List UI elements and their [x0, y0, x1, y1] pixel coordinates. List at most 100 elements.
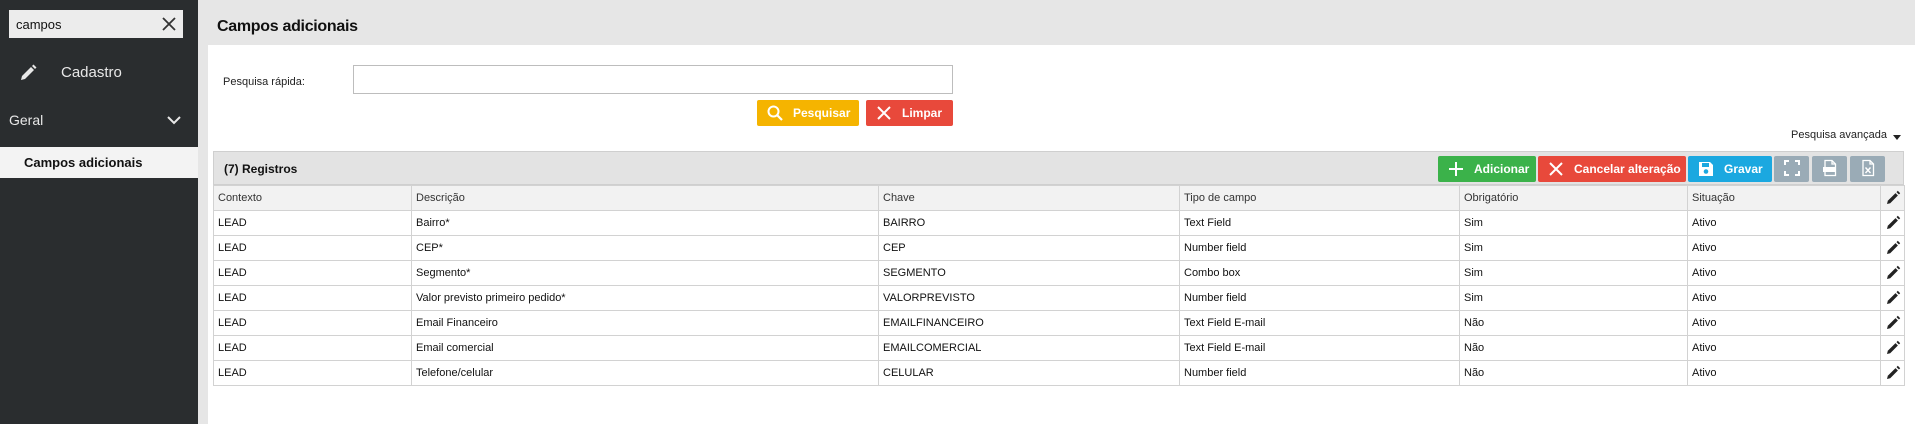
advanced-search-toggle[interactable]: Pesquisa avançada — [1791, 129, 1902, 141]
search-button-label: Pesquisar — [793, 106, 851, 120]
cell-contexto: LEAD — [213, 360, 412, 386]
save-button-label: Gravar — [1724, 162, 1763, 176]
cell-descricao: CEP* — [411, 235, 879, 261]
pencil-icon — [18, 63, 38, 83]
row-edit-button[interactable] — [1880, 235, 1905, 261]
cell-obrigatorio: Sim — [1459, 210, 1688, 236]
cell-contexto: LEAD — [213, 235, 412, 261]
chevron-down-icon — [166, 114, 182, 126]
column-header-chave[interactable]: Chave — [878, 185, 1180, 211]
sidebar-item-campos-adicionais[interactable]: Campos adicionais — [0, 147, 198, 178]
close-icon — [1547, 160, 1565, 178]
cell-descricao: Email comercial — [411, 335, 879, 361]
export-xls-button[interactable] — [1850, 156, 1885, 182]
advanced-search-label: Pesquisa avançada — [1791, 129, 1888, 141]
cell-contexto: LEAD — [213, 210, 412, 236]
cell-tipo-de-campo: Text Field — [1179, 210, 1460, 236]
pencil-icon — [1885, 190, 1901, 206]
column-header-contexto[interactable]: Contexto — [213, 185, 412, 211]
cancel-edit-button-label: Cancelar alteração — [1574, 162, 1681, 176]
csv-export-icon — [1821, 159, 1839, 180]
cell-situacao: Ativo — [1687, 310, 1881, 336]
cell-tipo-de-campo: Combo box — [1179, 260, 1460, 286]
clear-button[interactable]: Limpar — [866, 100, 953, 126]
pencil-icon — [1885, 340, 1901, 356]
sidebar-item-cadastro[interactable]: Cadastro — [0, 56, 198, 88]
records-table: Contexto Descrição Chave Tipo de campo O… — [213, 185, 1905, 386]
cell-situacao: Ativo — [1687, 335, 1881, 361]
quick-search-label: Pesquisa rápida: — [223, 76, 305, 88]
cell-contexto: LEAD — [213, 335, 412, 361]
pencil-icon — [1885, 290, 1901, 306]
search-icon — [766, 104, 784, 122]
pencil-icon — [1885, 265, 1901, 281]
quick-search-input[interactable] — [353, 65, 953, 94]
table-row[interactable]: LEAD Email comercial EMAILCOMERCIAL Text Fi… — [213, 335, 1905, 361]
cell-situacao: Ativo — [1687, 235, 1881, 261]
table-row[interactable]: LEAD CEP* CEP Number field Sim Ativo — [213, 235, 1905, 261]
sidebar-item-label: Cadastro — [61, 64, 122, 81]
cell-chave: CEP — [878, 235, 1180, 261]
cell-obrigatorio: Não — [1459, 335, 1688, 361]
table-row[interactable]: LEAD Segmento* SEGMENTO Combo box Sim Ativo — [213, 260, 1905, 286]
pencil-icon — [1885, 315, 1901, 331]
row-edit-button[interactable] — [1880, 310, 1905, 336]
xls-export-icon — [1859, 159, 1877, 180]
cell-obrigatorio: Sim — [1459, 285, 1688, 311]
clear-button-label: Limpar — [902, 106, 943, 120]
cell-descricao: Bairro* — [411, 210, 879, 236]
pencil-icon — [1885, 215, 1901, 231]
table-row[interactable]: LEAD Email Financeiro EMAILFINANCEIRO Text … — [213, 310, 1905, 336]
plus-icon — [1447, 160, 1465, 178]
column-header-edit[interactable] — [1880, 185, 1905, 211]
cell-chave: EMAILFINANCEIRO — [878, 310, 1180, 336]
table-row[interactable]: LEAD Telefone/celular CELULAR Number field N… — [213, 360, 1905, 386]
table-header-row: Contexto Descrição Chave Tipo de campo O… — [213, 185, 1905, 211]
close-icon[interactable] — [160, 15, 178, 33]
cell-obrigatorio: Não — [1459, 310, 1688, 336]
close-icon — [875, 104, 893, 122]
row-edit-button[interactable] — [1880, 260, 1905, 286]
save-button[interactable]: Gravar — [1688, 156, 1772, 182]
add-button[interactable]: Adicionar — [1438, 156, 1536, 182]
sidebar-item-geral[interactable]: Geral — [0, 106, 198, 134]
pencil-icon — [1885, 240, 1901, 256]
sidebar-search-input[interactable] — [9, 10, 157, 38]
cell-chave: CELULAR — [878, 360, 1180, 386]
cell-contexto: LEAD — [213, 310, 412, 336]
cell-chave: VALORPREVISTO — [878, 285, 1180, 311]
cell-obrigatorio: Sim — [1459, 260, 1688, 286]
cell-contexto: LEAD — [213, 260, 412, 286]
row-edit-button[interactable] — [1880, 360, 1905, 386]
row-edit-button[interactable] — [1880, 210, 1905, 236]
app: Cadastro Geral Campos adicionais Campos … — [0, 0, 1915, 424]
row-edit-button[interactable] — [1880, 335, 1905, 361]
cancel-edit-button[interactable]: Cancelar alteração — [1538, 156, 1686, 182]
search-button[interactable]: Pesquisar — [757, 100, 859, 126]
cell-descricao: Telefone/celular — [411, 360, 879, 386]
cell-situacao: Ativo — [1687, 360, 1881, 386]
fullscreen-icon — [1783, 159, 1801, 180]
column-header-tipo-de-campo[interactable]: Tipo de campo — [1179, 185, 1460, 211]
sidebar-item-label: Campos adicionais — [24, 155, 143, 170]
row-edit-button[interactable] — [1880, 285, 1905, 311]
column-header-obrigatorio[interactable]: Obrigatório — [1459, 185, 1688, 211]
cell-descricao: Valor previsto primeiro pedido* — [411, 285, 879, 311]
cell-tipo-de-campo: Number field — [1179, 285, 1460, 311]
cell-tipo-de-campo: Number field — [1179, 360, 1460, 386]
cell-chave: SEGMENTO — [878, 260, 1180, 286]
cell-situacao: Ativo — [1687, 260, 1881, 286]
cell-situacao: Ativo — [1687, 210, 1881, 236]
export-csv-button[interactable] — [1812, 156, 1847, 182]
sidebar: Cadastro Geral Campos adicionais — [0, 0, 198, 424]
fullscreen-button[interactable] — [1774, 156, 1809, 182]
column-header-descricao[interactable]: Descrição — [411, 185, 879, 211]
table-row[interactable]: LEAD Bairro* BAIRRO Text Field Sim Ativo — [213, 210, 1905, 236]
cell-chave: EMAILCOMERCIAL — [878, 335, 1180, 361]
sidebar-item-label: Geral — [9, 112, 44, 128]
table-row[interactable]: LEAD Valor previsto primeiro pedido* VALOR… — [213, 285, 1905, 311]
column-header-situacao[interactable]: Situação — [1687, 185, 1881, 211]
add-button-label: Adicionar — [1474, 162, 1530, 176]
grid-toolbar: (7) Registros Adicionar Cancelar alteraç… — [213, 151, 1904, 185]
cell-situacao: Ativo — [1687, 285, 1881, 311]
